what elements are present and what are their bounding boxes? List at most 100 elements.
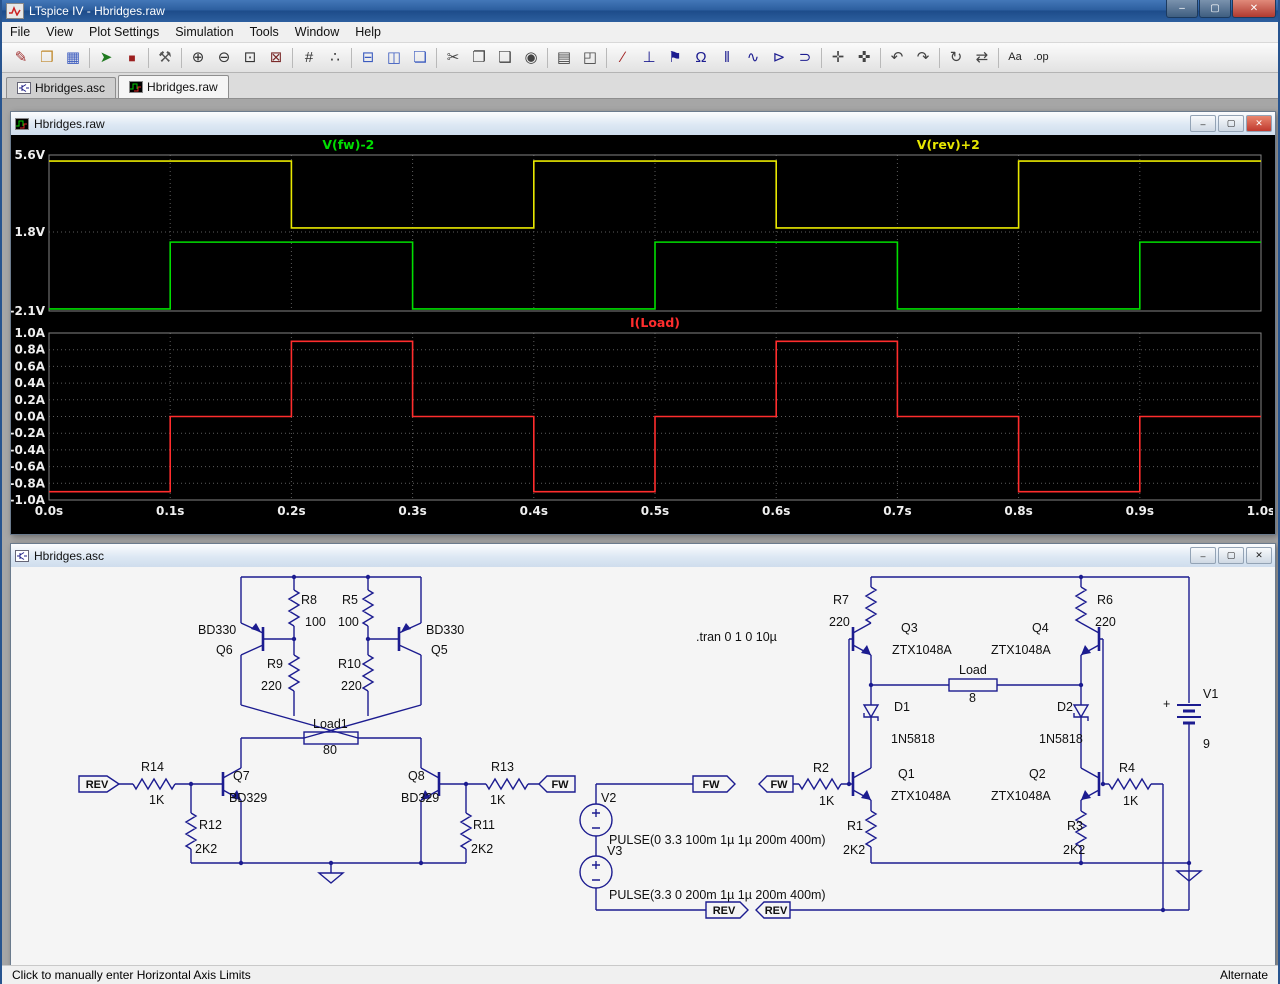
diode-button[interactable]: ⊳ bbox=[766, 45, 792, 71]
cascade-windows-button[interactable]: ❏ bbox=[407, 45, 433, 71]
minimize-button[interactable]: – bbox=[1166, 0, 1198, 18]
ground-button[interactable]: ⊥ bbox=[636, 45, 662, 71]
wave-minimize-button[interactable]: – bbox=[1190, 115, 1216, 132]
mark-data-points-button[interactable]: ∴ bbox=[322, 45, 348, 71]
copy-button[interactable]: ❐ bbox=[466, 45, 492, 71]
v3-source-symbol[interactable] bbox=[580, 856, 612, 888]
v1-plus-mark: + bbox=[1163, 697, 1170, 711]
sch-close-button[interactable]: ✕ bbox=[1246, 547, 1272, 564]
x-tick-label: 0.6s bbox=[762, 504, 790, 518]
waveform-plot-area[interactable]: 5.6V1.8V-2.1VV(fw)-2V(rev)+21.0A0.8A0.6A… bbox=[11, 135, 1275, 534]
r5-ref: R5 bbox=[342, 593, 358, 607]
schematic-canvas-area[interactable]: BD330 Q6 BD330 Q5 R8 100 R5 100 R9 220 R… bbox=[11, 567, 1275, 965]
status-bar: Click to manually enter Horizontal Axis … bbox=[2, 965, 1278, 984]
move-button[interactable]: ✛ bbox=[825, 45, 851, 71]
tran-directive[interactable]: .tran 0 1 0 10µ bbox=[696, 630, 777, 644]
v2-source-symbol[interactable] bbox=[580, 804, 612, 836]
y-tick-label: 0.4A bbox=[14, 376, 45, 390]
menu-view[interactable]: View bbox=[38, 23, 81, 41]
open-file-button[interactable]: ❒ bbox=[34, 45, 60, 71]
maximize-button[interactable]: ▢ bbox=[1199, 0, 1231, 18]
mirror-button[interactable]: ⇄ bbox=[969, 45, 995, 71]
schematic-drawing[interactable]: BD330 Q6 BD330 Q5 R8 100 R5 100 R9 220 R… bbox=[11, 567, 1273, 965]
load-resistor-symbol[interactable] bbox=[949, 679, 997, 691]
print-preview-button[interactable]: ◰ bbox=[577, 45, 603, 71]
transistor-bars bbox=[223, 627, 1099, 796]
drag-button[interactable]: ✜ bbox=[851, 45, 877, 71]
redo-button[interactable]: ↷ bbox=[910, 45, 936, 71]
waveform-window-titlebar[interactable]: Hbridges.raw – ▢ ✕ bbox=[11, 112, 1275, 136]
ltspice-logo-icon bbox=[6, 3, 24, 19]
sch-minimize-button[interactable]: – bbox=[1190, 547, 1216, 564]
tab-label: Hbridges.asc bbox=[35, 81, 105, 95]
zoom-out-button[interactable]: ⊖ bbox=[211, 45, 237, 71]
toolbar-separator bbox=[821, 48, 822, 68]
capacitor-button[interactable]: ‖ bbox=[714, 45, 740, 71]
v2-polarity-marks bbox=[592, 809, 600, 828]
waveform-window: Hbridges.raw – ▢ ✕ 5.6V1.8V-2.1VV(fw)-2V… bbox=[10, 111, 1276, 535]
y-tick-label: 0.2A bbox=[14, 393, 45, 407]
toolbar-separator bbox=[939, 48, 940, 68]
tab-hbridges-asc[interactable]: Hbridges.asc bbox=[6, 77, 116, 98]
menu-plot-settings[interactable]: Plot Settings bbox=[81, 23, 167, 41]
undo-button[interactable]: ↶ bbox=[884, 45, 910, 71]
zoom-in-button[interactable]: ⊕ bbox=[185, 45, 211, 71]
text-button[interactable]: Aa bbox=[1002, 45, 1028, 71]
q6-ref: Q6 bbox=[216, 643, 233, 657]
net-label-button[interactable]: ⚑ bbox=[662, 45, 688, 71]
paste-button[interactable]: ❑ bbox=[492, 45, 518, 71]
tile-horizontal-button[interactable]: ⊟ bbox=[355, 45, 381, 71]
sch-maximize-button[interactable]: ▢ bbox=[1218, 547, 1244, 564]
tile-vertical-button[interactable]: ◫ bbox=[381, 45, 407, 71]
trace-name-label[interactable]: V(fw)-2 bbox=[322, 137, 374, 152]
draw-line-button[interactable]: ∕ bbox=[610, 45, 636, 71]
trace-name-label[interactable]: I(Load) bbox=[630, 315, 680, 330]
wave-close-button[interactable]: ✕ bbox=[1246, 115, 1272, 132]
q5-ref: Q5 bbox=[431, 643, 448, 657]
zoom-area-button[interactable]: ⊡ bbox=[237, 45, 263, 71]
new-schematic-button[interactable]: ✎ bbox=[8, 45, 34, 71]
halt-button[interactable]: ■ bbox=[119, 45, 145, 71]
trace-name-label[interactable]: V(rev)+2 bbox=[917, 137, 980, 152]
x-tick-label: 0.3s bbox=[398, 504, 426, 518]
save-button[interactable]: ▦ bbox=[60, 45, 86, 71]
spice-directive-button[interactable]: .op bbox=[1028, 45, 1054, 71]
diode-d1-symbol[interactable] bbox=[864, 705, 878, 717]
run-button[interactable]: ➤ bbox=[93, 45, 119, 71]
zoom-fit-button[interactable]: ⊠ bbox=[263, 45, 289, 71]
text-icon: Aa bbox=[1008, 52, 1021, 63]
ltspice-main-window: LTspice IV - Hbridges.raw – ▢ ✕ FileView… bbox=[0, 0, 1280, 984]
grid-button[interactable]: # bbox=[296, 45, 322, 71]
y-tick-label: 1.0A bbox=[14, 326, 45, 340]
inductor-button[interactable]: ∿ bbox=[740, 45, 766, 71]
cut-button[interactable]: ✂ bbox=[440, 45, 466, 71]
title-bar[interactable]: LTspice IV - Hbridges.raw – ▢ ✕ bbox=[2, 0, 1278, 22]
print-button[interactable]: ▤ bbox=[551, 45, 577, 71]
find-button[interactable]: ◉ bbox=[518, 45, 544, 71]
load1-ref: Load1 bbox=[313, 717, 348, 731]
q8-value: BD329 bbox=[401, 791, 439, 805]
close-button[interactable]: ✕ bbox=[1232, 0, 1276, 18]
menu-window[interactable]: Window bbox=[287, 23, 347, 41]
rotate-button[interactable]: ↻ bbox=[943, 45, 969, 71]
menu-help[interactable]: Help bbox=[347, 23, 389, 41]
emitter-arrow bbox=[251, 623, 261, 632]
menu-file[interactable]: File bbox=[2, 23, 38, 41]
menu-simulation[interactable]: Simulation bbox=[167, 23, 241, 41]
component-button[interactable]: ⊃ bbox=[792, 45, 818, 71]
schematic-window-titlebar[interactable]: Hbridges.asc – ▢ ✕ bbox=[11, 544, 1275, 568]
x-tick-label: 0.1s bbox=[156, 504, 184, 518]
menu-tools[interactable]: Tools bbox=[242, 23, 287, 41]
diode-d2-symbol[interactable] bbox=[1074, 705, 1088, 717]
wave-maximize-button[interactable]: ▢ bbox=[1218, 115, 1244, 132]
paste-icon: ❑ bbox=[498, 50, 511, 65]
r7-ref: R7 bbox=[833, 593, 849, 607]
tab-hbridges-raw[interactable]: Hbridges.raw bbox=[118, 75, 229, 98]
copy-icon: ❐ bbox=[472, 50, 485, 65]
cascade-windows-icon: ❏ bbox=[413, 50, 426, 65]
q1-ref: Q1 bbox=[898, 767, 915, 781]
control-panel-button[interactable]: ⚒ bbox=[152, 45, 178, 71]
toolbar-separator bbox=[351, 48, 352, 68]
waveform-plot[interactable]: 5.6V1.8V-2.1VV(fw)-2V(rev)+21.0A0.8A0.6A… bbox=[11, 135, 1273, 531]
resistor-button[interactable]: Ω bbox=[688, 45, 714, 71]
